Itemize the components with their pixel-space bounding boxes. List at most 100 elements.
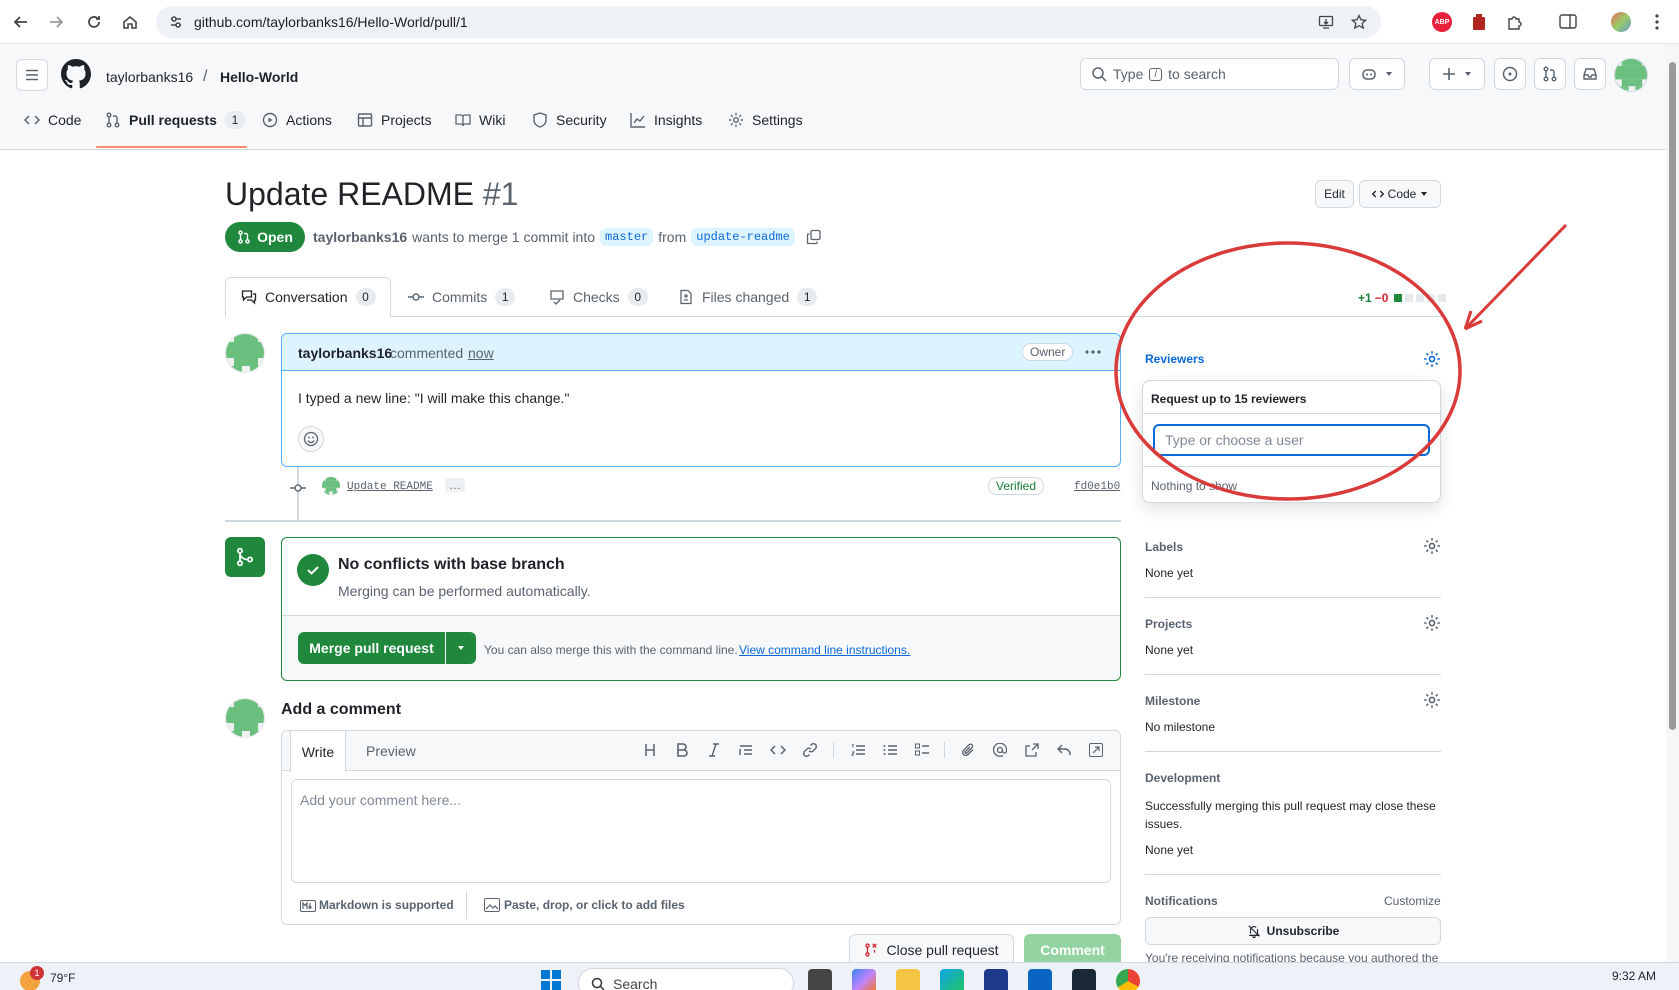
- italic-icon[interactable]: [704, 740, 724, 760]
- steam-icon[interactable]: [1072, 969, 1096, 990]
- forward-icon[interactable]: [44, 10, 68, 34]
- tab-pull-requests[interactable]: Pull requests 1: [105, 108, 245, 132]
- projects-gear-icon[interactable]: [1423, 614, 1441, 632]
- task-view-icon[interactable]: [808, 969, 832, 990]
- attach-files-note[interactable]: Paste, drop, or click to add files: [504, 898, 685, 912]
- install-app-icon[interactable]: [1318, 14, 1334, 30]
- tab-conversation[interactable]: Conversation 0: [241, 277, 376, 317]
- outlook-icon[interactable]: [1028, 969, 1052, 990]
- repo-name-link[interactable]: Hello-World: [220, 69, 298, 85]
- bold-icon[interactable]: [672, 740, 692, 760]
- verified-badge[interactable]: Verified: [988, 477, 1045, 495]
- labels-title[interactable]: Labels: [1145, 540, 1183, 554]
- milestone-title[interactable]: Milestone: [1145, 694, 1200, 708]
- copilot-button[interactable]: [1349, 58, 1405, 90]
- create-new-button[interactable]: [1429, 58, 1485, 90]
- tab-security[interactable]: Security: [532, 108, 607, 132]
- commit-author-avatar[interactable]: [322, 477, 340, 495]
- page-scrollbar[interactable]: [1666, 44, 1679, 962]
- taskbar-clock[interactable]: 9:32 AM: [1612, 969, 1656, 983]
- tab-insights[interactable]: Insights: [630, 108, 702, 132]
- browser-menu-icon[interactable]: [1646, 11, 1668, 33]
- merge-pull-request-button[interactable]: Merge pull request: [298, 632, 445, 664]
- code-dropdown-button[interactable]: Code: [1359, 180, 1441, 208]
- adblock-icon[interactable]: ABP: [1431, 11, 1453, 33]
- weather-temp[interactable]: 79°F: [50, 971, 75, 985]
- edge-icon[interactable]: [940, 969, 964, 990]
- reload-icon[interactable]: [82, 10, 106, 34]
- quote-icon[interactable]: [736, 740, 756, 760]
- comment-textarea[interactable]: Add your comment here...: [291, 779, 1111, 883]
- chrome-icon[interactable]: [1116, 969, 1140, 990]
- add-reaction-button[interactable]: [298, 426, 324, 452]
- markdown-note[interactable]: Markdown is supported: [319, 898, 454, 912]
- milestone-gear-icon[interactable]: [1423, 691, 1441, 709]
- development-title[interactable]: Development: [1145, 771, 1220, 785]
- store-icon[interactable]: [984, 969, 1008, 990]
- bookmark-star-icon[interactable]: [1351, 14, 1367, 30]
- issues-button[interactable]: [1494, 58, 1526, 90]
- head-branch[interactable]: update-readme: [691, 228, 795, 246]
- tab-checks[interactable]: Checks 0: [549, 277, 648, 317]
- copy-icon[interactable]: [806, 229, 822, 245]
- tab-files-changed[interactable]: Files changed 1: [678, 277, 818, 317]
- labels-gear-icon[interactable]: [1423, 537, 1441, 555]
- paperclip-icon[interactable]: [958, 740, 978, 760]
- ordered-list-icon[interactable]: [848, 740, 868, 760]
- current-user-avatar[interactable]: [225, 698, 265, 738]
- comment-author-avatar[interactable]: [225, 333, 265, 373]
- file-explorer-icon[interactable]: [896, 969, 920, 990]
- heading-icon[interactable]: [640, 740, 660, 760]
- github-logo-icon[interactable]: [61, 59, 91, 89]
- task-list-icon[interactable]: [912, 740, 932, 760]
- tab-actions[interactable]: Actions: [262, 108, 332, 132]
- scrollbar-thumb[interactable]: [1669, 62, 1676, 730]
- link-icon[interactable]: [800, 740, 820, 760]
- sidebar-divider: [1145, 597, 1441, 598]
- extensions-puzzle-icon[interactable]: [1504, 11, 1526, 33]
- repo-owner-link[interactable]: taylorbanks16: [106, 69, 193, 85]
- windows-start-icon[interactable]: [541, 970, 561, 990]
- code-icon[interactable]: [768, 740, 788, 760]
- pr-author-link[interactable]: taylorbanks16: [313, 229, 407, 245]
- unordered-list-icon[interactable]: [880, 740, 900, 760]
- command-line-link[interactable]: View command line instructions.: [739, 643, 910, 657]
- hamburger-menu-icon[interactable]: [16, 59, 48, 91]
- tab-settings[interactable]: Settings: [728, 108, 803, 132]
- comment-time[interactable]: now: [468, 345, 494, 361]
- extension-red-icon[interactable]: [1468, 11, 1490, 33]
- mention-icon[interactable]: [990, 740, 1010, 760]
- tab-wiki[interactable]: Wiki: [455, 108, 505, 132]
- comment-author[interactable]: taylorbanks16: [298, 345, 392, 361]
- tab-counter: 1: [224, 111, 245, 129]
- copilot-app-icon[interactable]: [852, 969, 876, 990]
- fullscreen-icon[interactable]: [1086, 740, 1106, 760]
- commit-message-link[interactable]: Update README: [347, 481, 433, 493]
- tab-code[interactable]: Code: [24, 108, 81, 132]
- home-icon[interactable]: [118, 10, 142, 34]
- side-panel-icon[interactable]: [1557, 11, 1579, 33]
- global-search-input[interactable]: Type / to search: [1080, 58, 1339, 90]
- tab-projects[interactable]: Projects: [357, 108, 432, 132]
- pull-requests-button[interactable]: [1534, 58, 1566, 90]
- address-bar[interactable]: github.com/taylorbanks16/Hello-World/pul…: [156, 6, 1381, 38]
- commit-expand-button[interactable]: …: [445, 478, 465, 492]
- notifications-customize-link[interactable]: Customize: [1384, 894, 1441, 908]
- projects-title[interactable]: Projects: [1145, 617, 1192, 631]
- inbox-button[interactable]: [1574, 58, 1606, 90]
- base-branch[interactable]: master: [600, 228, 654, 246]
- reply-icon[interactable]: [1054, 740, 1074, 760]
- cross-reference-icon[interactable]: [1022, 740, 1042, 760]
- profile-avatar-icon[interactable]: [1610, 11, 1632, 33]
- edit-title-button[interactable]: Edit: [1315, 180, 1354, 208]
- user-avatar[interactable]: [1614, 58, 1648, 92]
- merge-method-dropdown[interactable]: [446, 632, 476, 664]
- site-info-icon[interactable]: [168, 14, 184, 30]
- unsubscribe-button[interactable]: Unsubscribe: [1145, 917, 1441, 945]
- tab-commits[interactable]: Commits 1: [408, 277, 516, 317]
- tab-preview[interactable]: Preview: [366, 743, 416, 759]
- tab-write[interactable]: Write: [290, 731, 346, 772]
- taskbar-search[interactable]: Search: [578, 968, 794, 990]
- back-icon[interactable]: [9, 10, 33, 34]
- chevron-down-icon: [458, 646, 464, 650]
